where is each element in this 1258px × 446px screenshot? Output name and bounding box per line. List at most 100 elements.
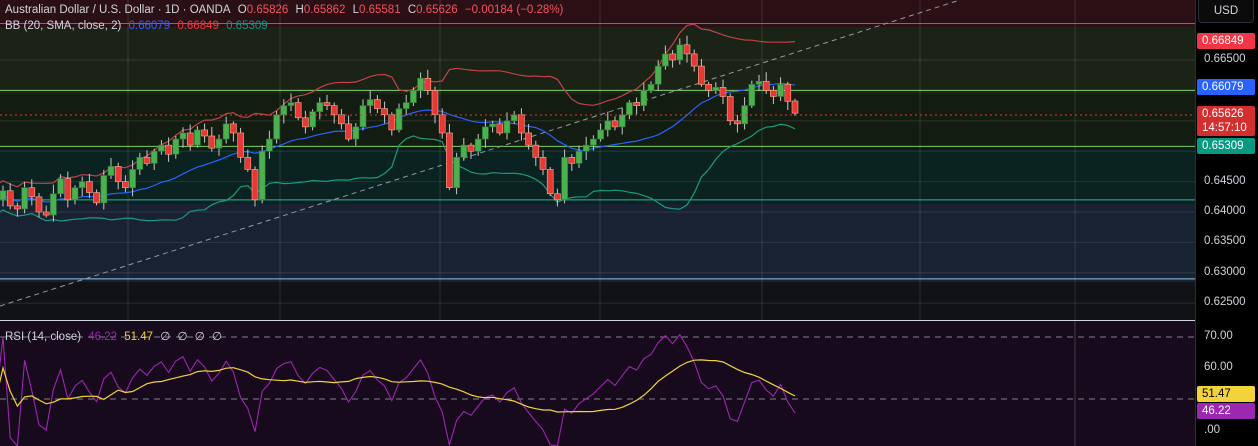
background-band [0,204,1195,282]
candle-down [64,178,72,201]
chart-background [0,0,1195,446]
candle-up [215,138,223,149]
candle-down [532,144,540,158]
candle-up [489,123,496,128]
candle-up [309,111,316,128]
candle-down [467,144,475,152]
candle-down [186,132,194,146]
candle-up [222,123,230,140]
candle-down [546,169,554,195]
rsi-empty-value: ∅ [211,331,222,343]
candle-down [496,123,504,134]
candle-down [611,120,619,128]
candle-down [14,205,21,210]
candle-up [129,169,136,188]
background-band [0,94,1195,150]
bb-label: BB (20, SMA, close, 2) [5,20,122,32]
price-tick: 0.63000 [1204,265,1246,278]
price-chart[interactable] [0,0,1195,446]
candle-up [647,84,655,91]
candle-up [395,108,403,131]
candle-up [50,193,57,216]
candle-down [388,114,396,131]
bar-countdown: 14:57:10 [1202,122,1247,134]
open-label: O [237,4,247,16]
candle-up [266,138,273,152]
candle-up [712,87,720,91]
candle-up [453,156,460,188]
candle-up [561,156,568,201]
candle-down [539,156,547,170]
candle-down [208,135,216,149]
bb-legend[interactable]: BB (20, SMA, close, 2) 0.66079 0.66849 0… [5,20,272,32]
candle-down [424,77,432,91]
candle-up [597,129,604,140]
candle-down [734,120,741,125]
symbol-title[interactable]: Australian Dollar / U.S. Dollar · 1D · O… [5,4,231,16]
rsi-label: RSI (14, close) [5,331,82,343]
rsi-tick: 60.00 [1204,361,1233,373]
candle-up [482,126,489,140]
candle-down [93,192,100,204]
candle-up [460,144,468,158]
candle-down [719,87,727,97]
candle-up [78,181,86,188]
candle-up [654,65,662,85]
rsi-empty-value: ∅ [177,331,188,343]
candle-up [316,102,324,112]
price-tick: 0.62500 [1204,296,1246,309]
bb-lower-value: 0.65309 [226,20,268,32]
candle-down [28,187,36,198]
candle-down [86,181,93,193]
candle-down [770,90,777,97]
candle-down [525,132,532,146]
ohlc-high: H0.65862 [296,4,346,16]
candle-up [359,105,367,128]
rsi-ma-tag: 51.47 [1197,386,1255,402]
candle-down [230,123,237,134]
candle-down [554,193,561,201]
candle-up [604,120,612,131]
background-band [0,282,1195,320]
price-tick: 0.66500 [1204,53,1246,65]
candle-up [676,44,684,61]
candle-down [244,156,252,170]
candle-up [575,150,583,164]
candle-down [762,80,770,91]
rsi-value: 46.22 [88,331,118,343]
bb-upper-value: 0.66849 [177,20,219,32]
candle-up [626,102,633,116]
candle-down [633,102,640,106]
candle-down [683,44,691,55]
last-price: 0.65626 [1202,108,1244,120]
price-tick: 0.64000 [1204,205,1246,217]
candle-up [640,90,648,106]
candle-down [201,129,208,137]
candle-up [287,102,295,106]
ohlc-open: O0.65826 [238,4,289,16]
rsi-tick: 70.00 [1204,330,1233,342]
bb-basis-tag: 0.66079 [1197,79,1255,95]
candle-up [172,138,180,155]
candle-down [690,53,698,67]
symbol-legend: Australian Dollar / U.S. Dollar · 1D · O… [5,4,567,16]
bb-basis-value: 0.66079 [128,20,171,32]
candle-up [21,187,28,210]
close-value: 0.65626 [416,4,458,16]
candle-up [158,144,165,152]
rsi-legend[interactable]: RSI (14, close) 46.22 51.47 ∅ ∅ ∅ ∅ [5,329,226,343]
candle-down [669,53,676,61]
bb-upper-tag: 0.66849 [1197,33,1255,49]
candle-down [784,84,792,102]
candle-down [302,117,309,128]
high-label: H [295,4,304,16]
price-axis[interactable]: USD 0.66500 0.64500 0.64000 0.63500 0.63000 0… [1195,0,1258,446]
candle-down [42,211,50,216]
currency-button[interactable]: USD [1198,0,1254,23]
candle-down [165,144,172,155]
candle-up [280,105,288,116]
price-tick: 0.64500 [1204,174,1246,187]
candle-up [273,114,280,140]
background-band [0,150,1195,204]
candle-down [705,84,712,91]
